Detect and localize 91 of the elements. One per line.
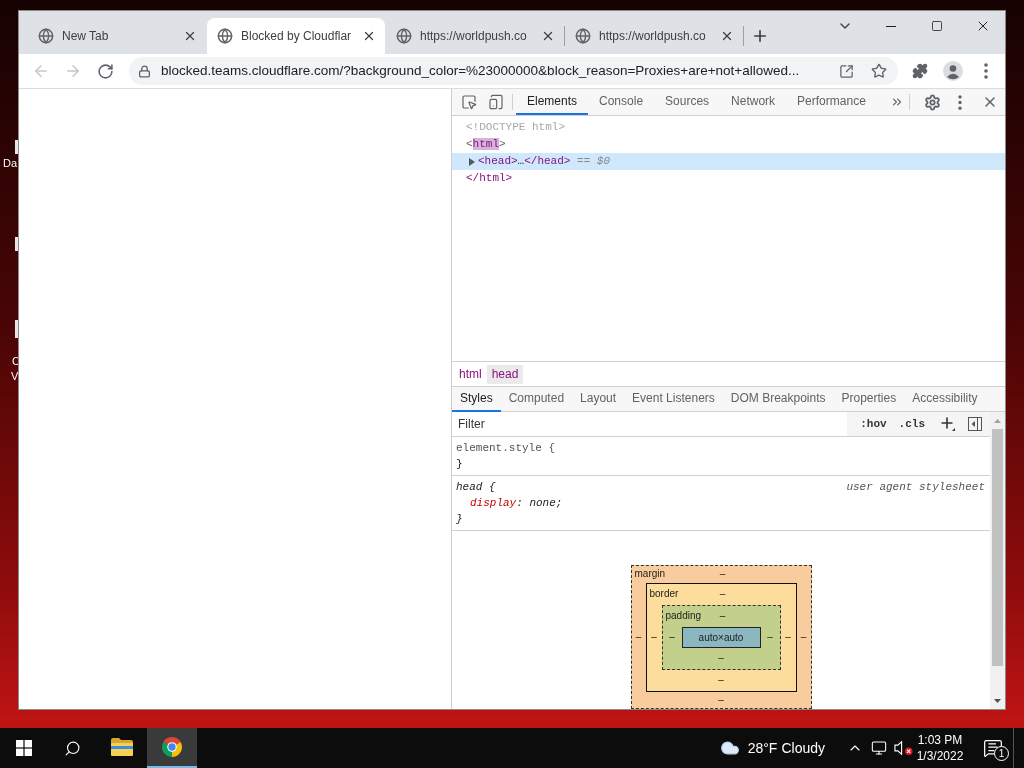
css-declaration[interactable]: display: none; [470,497,563,509]
box-model-value: – [718,694,724,705]
globe-icon [38,28,54,44]
dom-tree-row[interactable]: <head>…</head> == $0 [452,153,1005,170]
dom-tree-row[interactable]: </html> [452,170,1005,187]
box-model-label: border [649,589,679,599]
device-icon [488,94,504,110]
breadcrumb-item[interactable]: html [454,364,487,384]
box-model-value: – [767,632,773,642]
browser-tab[interactable]: https://worldpush.co [386,18,564,54]
close-icon [982,94,998,110]
settings-button[interactable] [922,92,942,112]
maximize-icon [931,20,943,32]
reload-icon [96,62,114,80]
devtools-tab[interactable]: Console [588,89,655,115]
devtools-tab[interactable]: Sources [654,89,721,115]
box-model-value: – [719,569,726,580]
box-model-value: – [718,675,724,685]
css-closing-brace: } [456,458,463,470]
puzzle-icon [912,63,928,79]
style-toggle-button[interactable]: :hov [855,414,892,434]
windows-logo-icon [16,740,32,756]
sidebar-toggle-icon [968,417,982,431]
network-monitor-icon [871,740,887,756]
star-icon [871,63,887,79]
browser-tab[interactable]: New Tab [28,18,206,54]
browser-tab[interactable]: https://worldpush.co [565,18,743,54]
dom-tree-row[interactable]: <html> [452,136,1005,153]
box-model-value: – [719,611,726,621]
toggle-sidebar-button[interactable] [966,414,984,434]
inspect-element-button[interactable] [460,93,478,111]
close-icon [541,29,555,43]
notification-center-button[interactable]: 1 [973,728,1013,768]
devtools-tab[interactable]: Network [720,89,787,115]
close-icon [720,29,734,43]
inspect-cursor-icon [461,94,477,110]
forward-arrow-icon [64,62,82,80]
browser-tab[interactable]: Blocked by Cloudflar [207,18,385,54]
device-toolbar-button[interactable] [487,93,505,111]
notification-count-badge: 1 [994,746,1009,761]
scrollbar[interactable] [990,412,1005,709]
sidebar-tab[interactable]: Accessibility [904,386,986,412]
stylesheet-source: user agent stylesheet [846,480,986,495]
desktop-icon-label[interactable]: Da [3,157,18,170]
box-model-value: – [718,653,724,663]
settings-icon [923,93,941,111]
close-icon [183,29,197,43]
folder-icon [111,737,133,757]
avatar-icon [943,61,963,81]
css-closing-brace: } [456,513,463,525]
search-icon [63,739,81,757]
kebab-menu-icon [958,94,962,110]
box-model-value: – [800,632,807,642]
scroll-down-arrow-icon[interactable] [994,699,1001,703]
box-model-value: – [635,632,642,642]
close-icon [362,29,376,43]
address-bar[interactable]: blocked.teams.cloudflare.com/?background_color=%23000000&block_reason=Proxies+are+not+allowed... [129,57,898,85]
box-model-value: – [669,632,675,642]
devtools-tab[interactable]: Performance [786,89,877,115]
sidebar-tab[interactable]: Event Listeners [624,386,723,412]
breadcrumb-item[interactable]: head [486,364,524,384]
weather-widget[interactable]: 28°F Cloudy [718,728,833,768]
box-model-label: padding [665,611,702,621]
expand-triangle-icon[interactable] [469,157,475,166]
devtools-tab[interactable]: Elements [516,89,589,115]
sidebar-tab[interactable]: Layout [572,386,625,412]
clock[interactable]: 1:03 PM 1/3/2022 [915,728,965,768]
lock-icon [138,64,151,78]
box-model-label: margin [634,569,666,580]
sidebar-tab[interactable]: Properties [833,386,905,412]
globe-icon [396,28,412,44]
content-size-area: auto×auto [681,626,761,648]
sidebar-tab[interactable]: DOM Breakpoints [722,386,834,412]
box-model-value: – [719,589,726,599]
css-selector[interactable]: element.style { [456,440,556,456]
sidebar-tab[interactable]: Computed [500,386,573,412]
kebab-menu-icon [984,63,988,79]
share-icon [838,63,854,79]
plus-icon [751,27,769,45]
box-model-value: – [651,632,657,642]
desktop-icon-label[interactable]: V [11,370,19,383]
style-toggle-button[interactable]: .cls [893,414,930,434]
globe-icon [217,28,233,44]
scrollbar-thumb[interactable] [992,429,1003,666]
css-selector[interactable]: head { [456,479,496,495]
minimize-icon [886,25,896,27]
taskbar-app-button[interactable] [147,728,197,768]
browser-logo-icon [161,737,183,757]
plus-icon [941,417,955,431]
globe-icon [575,28,591,44]
box-model-value: – [785,632,791,642]
